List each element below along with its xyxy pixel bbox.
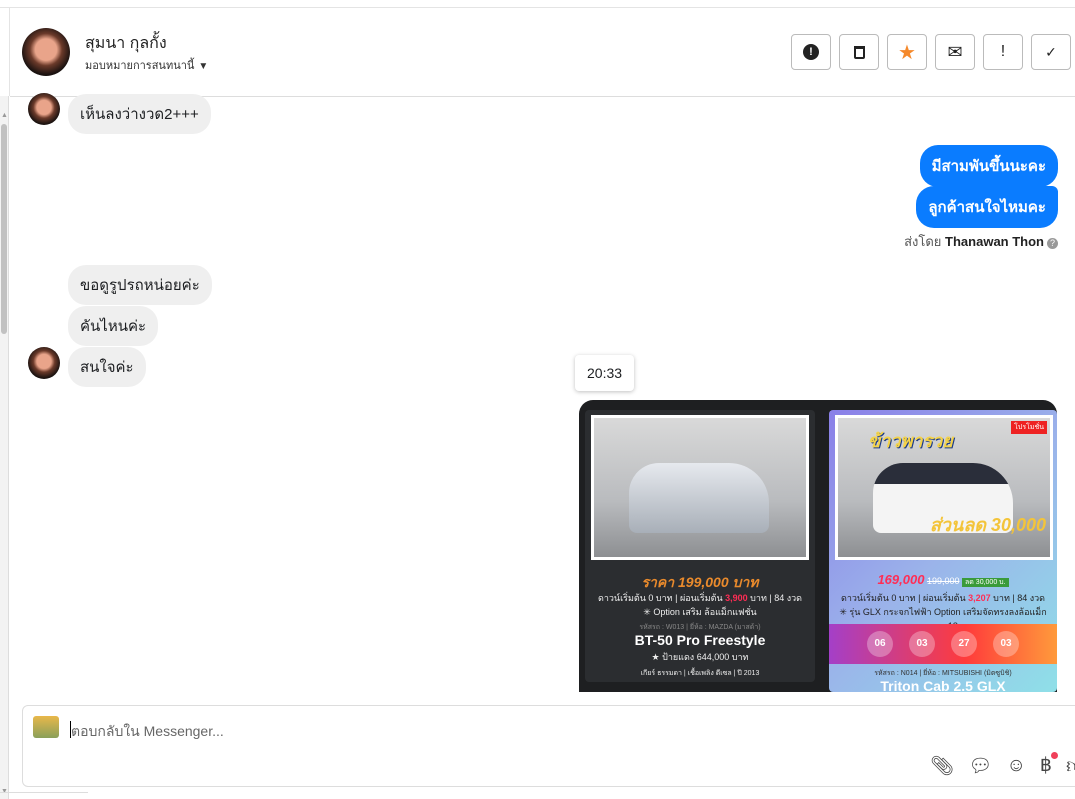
- delete-button[interactable]: [839, 34, 879, 70]
- price-row: 169,000 199,000 ลด 30,000 บ.: [829, 572, 1057, 588]
- done-button[interactable]: ✓: [1031, 34, 1071, 70]
- star-button[interactable]: ★: [887, 34, 927, 70]
- timestamp-tooltip: 20:33: [575, 355, 635, 391]
- incoming-message: คันไหนค่ะ: [68, 306, 159, 346]
- car-listing-right: ข้าวพารวย โปรโมชั่น ส่วนลด 30,000 169,00…: [829, 410, 1057, 692]
- incoming-message: สนใจค่ะ: [68, 347, 146, 387]
- contact-name[interactable]: สุมนา กุลกั้ง: [85, 31, 167, 56]
- star-icon: ★: [898, 41, 916, 64]
- outgoing-message: มีสามพันขึ้นนะคะ: [919, 145, 1058, 187]
- contact-avatar: [28, 347, 60, 379]
- image-attachment[interactable]: ราคา 199,000 บาท ดาวน์เริ่มต้น 0 บาท | ผ…: [579, 400, 1057, 692]
- countdown: 06 03 27 03: [829, 624, 1057, 664]
- countdown-days: 06: [867, 631, 893, 657]
- conversation-header: สุมนา กุลกั้ง มอบหมายการสนทนานี้ ▼ ! ★ ✉ …: [10, 8, 1075, 97]
- countdown-hours: 03: [909, 631, 935, 657]
- sent-by-prefix: ส่งโดย: [904, 234, 942, 249]
- envelope-icon: ✉: [947, 41, 963, 62]
- installment: 3,900: [725, 593, 748, 603]
- assign-conversation-dropdown[interactable]: มอบหมายการสนทนานี้ ▼: [85, 56, 208, 74]
- save-badge: ลด 30,000 บ.: [962, 578, 1009, 587]
- plate-price: ★ ป้ายแดง 644,000 บาท: [651, 652, 749, 662]
- page-logo: [33, 716, 59, 738]
- discount: ส่วนลด 30,000: [929, 515, 1046, 535]
- scrollbar-thumb[interactable]: [1, 124, 7, 334]
- option: ✳ Option เสริม ล้อแม็กแฟชั่น: [643, 607, 757, 617]
- price: 169,000: [877, 572, 925, 587]
- car-photo: ข้าวพารวย โปรโมชั่น ส่วนลด 30,000: [835, 415, 1053, 560]
- outgoing-message: ลูกค้าสนใจไหมคะ: [916, 186, 1058, 228]
- down-payment: ดาวน์เริ่มต้น 0 บาท | ผ่อนเริ่มต้น 3,900…: [585, 591, 815, 605]
- down-suffix: บาท | 84 งวด: [747, 593, 803, 603]
- countdown-seconds: 03: [993, 631, 1019, 657]
- car-specs: เกียร์ ธรรมดา | เชื้อเพลิง ดีเซล | ปี 20…: [640, 670, 760, 677]
- car-image: [629, 463, 769, 533]
- countdown-minutes: 27: [951, 631, 977, 657]
- incoming-message: ขอดูรูปรถหน่อยค่ะ: [68, 265, 212, 305]
- sender-name: Thanawan Thon: [945, 234, 1044, 249]
- sent-by-label: ส่งโดย Thanawan Thon?: [904, 231, 1058, 252]
- car-photo: [591, 415, 809, 560]
- scrollbar[interactable]: ▲▼: [0, 96, 9, 799]
- composer-tools: 📎︎ 💬︎ ☺ ฿ 👍︎: [930, 752, 1075, 779]
- avatar[interactable]: [22, 28, 70, 76]
- assign-label: มอบหมายการสนทนานี้: [85, 60, 195, 72]
- down-prefix: ดาวน์เริ่มต้น 0 บาท | ผ่อนเริ่มต้น: [597, 593, 726, 603]
- saved-reply-icon[interactable]: 💬︎: [968, 754, 992, 778]
- important-button[interactable]: !: [983, 34, 1023, 70]
- alert-octagon-icon: !: [803, 44, 819, 60]
- reply-composer[interactable]: ตอบกลับใน Messenger... 📎︎ 💬︎ ☺ ฿ 👍︎: [22, 705, 1075, 787]
- trash-icon: [853, 45, 865, 59]
- check-icon: ✓: [1045, 43, 1057, 60]
- car-model: BT-50 Pro Freestyle: [634, 632, 766, 648]
- down-suffix: บาท | 84 งวด: [990, 593, 1046, 603]
- reply-input[interactable]: ตอบกลับใน Messenger...: [71, 721, 224, 743]
- help-icon[interactable]: ?: [1047, 238, 1058, 249]
- car-listing-left: ราคา 199,000 บาท ดาวน์เริ่มต้น 0 บาท | ผ…: [585, 410, 815, 682]
- scroll-up-icon[interactable]: ▲: [1, 112, 8, 119]
- caret-down-icon: ▼: [198, 61, 209, 72]
- car-model: Triton Cab 2.5 GLX: [880, 678, 1006, 692]
- payment-icon[interactable]: ฿: [1040, 752, 1058, 777]
- installment: 3,207: [968, 593, 991, 603]
- action-toolbar: ! ★ ✉ ! ✓: [791, 34, 1071, 70]
- mark-unread-button[interactable]: ✉: [935, 34, 975, 70]
- thumbs-up-icon[interactable]: 👍︎: [1066, 752, 1075, 779]
- divider: [0, 792, 88, 793]
- promo-badge: โปรโมชั่น: [1011, 421, 1047, 434]
- incoming-message: เห็นลงว่างวด2+++: [68, 94, 211, 134]
- contact-avatar: [28, 93, 60, 125]
- down-prefix: ดาวน์เริ่มต้น 0 บาท | ผ่อนเริ่มต้น: [840, 593, 969, 603]
- paperclip-icon[interactable]: 📎︎: [930, 754, 954, 778]
- down-payment: ดาวน์เริ่มต้น 0 บาท | ผ่อนเริ่มต้น 3,207…: [829, 591, 1057, 605]
- exclamation-icon: !: [1000, 43, 1006, 60]
- emoji-icon[interactable]: ☺: [1007, 755, 1026, 777]
- old-price: 199,000: [926, 576, 960, 586]
- spam-button[interactable]: !: [791, 34, 831, 70]
- notification-dot: [1051, 752, 1058, 759]
- promo-title: ข้าวพารวย: [868, 431, 953, 451]
